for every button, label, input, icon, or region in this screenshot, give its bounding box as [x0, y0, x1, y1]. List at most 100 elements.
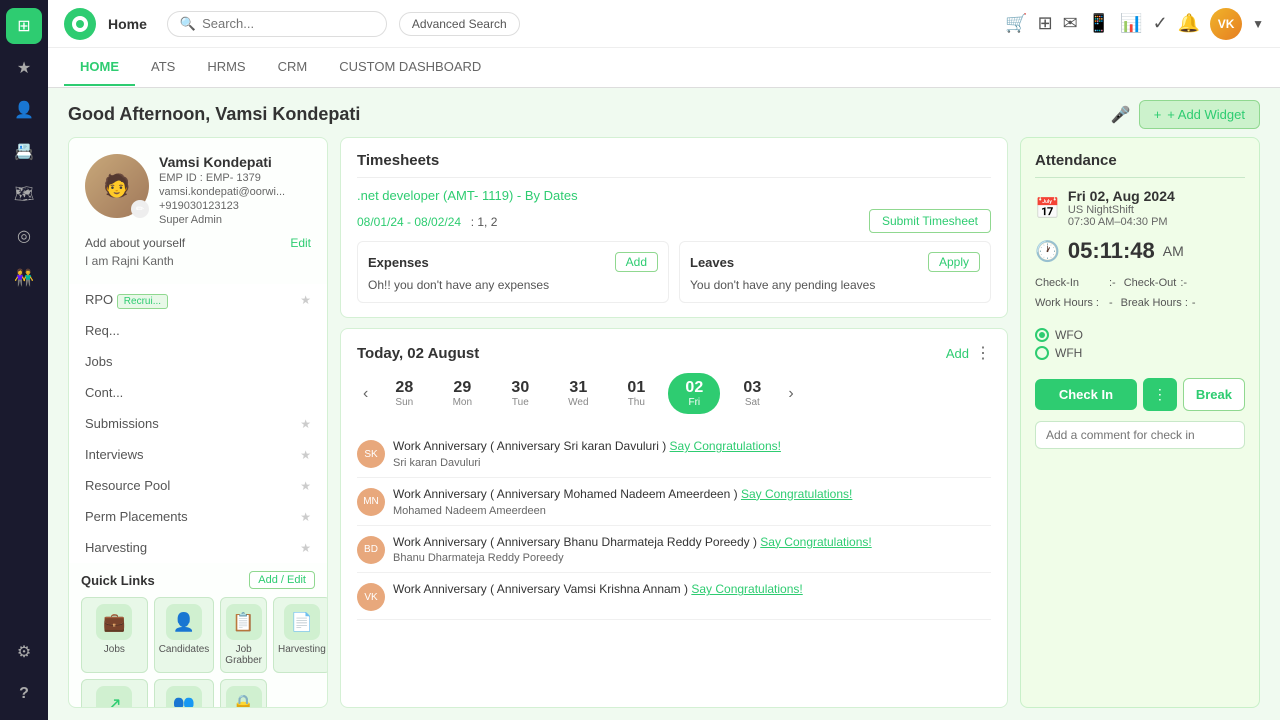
- profile-edit-link[interactable]: Edit: [290, 236, 311, 250]
- event-link-1[interactable]: Say Congratulations!: [741, 487, 852, 501]
- quick-link-perm-place[interactable]: 🔒 Perm Place...: [220, 679, 267, 708]
- cal-day-30[interactable]: 30Tue: [494, 373, 546, 414]
- expenses-leaves-row: Expenses Add Oh!! you don't have any exp…: [357, 241, 991, 303]
- calendar-next-button[interactable]: ›: [782, 383, 799, 405]
- event-link-0[interactable]: Say Congratulations!: [670, 439, 781, 453]
- harvesting-link-label: Harvesting: [278, 644, 326, 655]
- quick-link-submissions[interactable]: ↗ Submissions: [81, 679, 148, 708]
- break-button[interactable]: Break: [1183, 378, 1245, 411]
- add-widget-button[interactable]: + + Add Widget: [1139, 100, 1260, 129]
- event-link-3[interactable]: Say Congratulations!: [691, 582, 802, 596]
- apply-leave-button[interactable]: Apply: [928, 252, 980, 272]
- sidebar-item-resource-pool[interactable]: Resource Pool ★: [69, 470, 327, 501]
- job-grabber-link-label: Job Grabber: [225, 644, 262, 666]
- wfo-radio[interactable]: [1035, 328, 1049, 342]
- calendar-more-button[interactable]: ⋮: [975, 343, 991, 363]
- sidebar-item-jobs[interactable]: Jobs: [69, 346, 327, 377]
- submissions-icon: ↗: [96, 686, 132, 708]
- table-icon[interactable]: 📊: [1120, 13, 1142, 34]
- check-in-more-button[interactable]: ⋮: [1143, 378, 1177, 411]
- contacts-label: Cont...: [85, 385, 123, 400]
- quick-link-candidates[interactable]: 👤 Candidates: [154, 597, 215, 673]
- whatsapp-icon[interactable]: 📱: [1088, 13, 1110, 34]
- tab-crm[interactable]: CRM: [262, 49, 324, 86]
- cal-day-01[interactable]: 01Thu: [610, 373, 662, 414]
- add-expense-button[interactable]: Add: [615, 252, 658, 272]
- sidebar-icon-star[interactable]: ★: [6, 50, 42, 86]
- check-in-comment-input[interactable]: [1035, 421, 1245, 449]
- submit-timesheet-button[interactable]: Submit Timesheet: [869, 209, 991, 233]
- sidebar-icon-group[interactable]: 👫: [6, 260, 42, 296]
- search-input[interactable]: [202, 16, 362, 31]
- interviews-star-icon[interactable]: ★: [300, 448, 311, 462]
- sidebar-icon-routes[interactable]: 🗺: [6, 176, 42, 212]
- attendance-date-info: Fri 02, Aug 2024 US NightShift 07:30 AM–…: [1068, 188, 1175, 228]
- mic-icon[interactable]: 🎤: [1111, 105, 1131, 125]
- check-in-button[interactable]: Check In: [1035, 379, 1137, 410]
- advanced-search-button[interactable]: Advanced Search: [399, 12, 520, 36]
- user-avatar[interactable]: VK: [1210, 8, 1242, 40]
- mail-icon[interactable]: ✉: [1063, 13, 1078, 34]
- tab-ats[interactable]: ATS: [135, 49, 191, 86]
- resource-pool-star-icon[interactable]: ★: [300, 479, 311, 493]
- harvesting-star-icon[interactable]: ★: [300, 541, 311, 555]
- job-grabber-icon: 📋: [226, 604, 262, 640]
- sidebar-icon-settings[interactable]: ⚙: [6, 634, 42, 670]
- sidebar-item-interviews[interactable]: Interviews ★: [69, 439, 327, 470]
- cal-day-29[interactable]: 29Mon: [436, 373, 488, 414]
- quick-link-jobs[interactable]: 💼 Jobs: [81, 597, 148, 673]
- wfh-radio-row[interactable]: WFH: [1035, 346, 1245, 360]
- event-link-2[interactable]: Say Congratulations!: [760, 535, 871, 549]
- sidebar-item-perm-placements[interactable]: Perm Placements ★: [69, 501, 327, 532]
- sidebar-item-req[interactable]: Req...: [69, 315, 327, 346]
- submissions-star-icon[interactable]: ★: [300, 417, 311, 431]
- quick-link-job-grabber[interactable]: 📋 Job Grabber: [220, 597, 267, 673]
- sidebar-icon-person[interactable]: 👤: [6, 92, 42, 128]
- quick-links-add-edit-button[interactable]: Add / Edit: [249, 571, 315, 589]
- quick-link-resource-pool[interactable]: 👥 Resource P...: [154, 679, 215, 708]
- sidebar-icon-contacts[interactable]: 📇: [6, 134, 42, 170]
- cal-day-28[interactable]: 28Sun: [378, 373, 430, 414]
- quick-link-harvesting[interactable]: 📄 Harvesting: [273, 597, 328, 673]
- rpo-star-icon[interactable]: ★: [300, 293, 311, 307]
- avatar-edit-icon[interactable]: ✏: [131, 200, 149, 218]
- wfh-radio[interactable]: [1035, 346, 1049, 360]
- cart-icon[interactable]: 🛒: [1005, 13, 1027, 34]
- profile-name: Vamsi Kondepati: [159, 154, 311, 170]
- check-in-actions: Check In ⋮ Break: [1035, 378, 1245, 411]
- add-widget-label: + Add Widget: [1167, 107, 1245, 122]
- sidebar-item-submissions[interactable]: Submissions ★: [69, 408, 327, 439]
- sidebar-item-contacts[interactable]: Cont...: [69, 377, 327, 408]
- leaves-message: You don't have any pending leaves: [690, 278, 980, 292]
- attendance-title: Attendance: [1035, 152, 1245, 178]
- cal-day-02[interactable]: 02Fri: [668, 373, 720, 414]
- quick-links-section: Quick Links Add / Edit 💼 Jobs 👤 Candidat…: [69, 563, 327, 708]
- cal-day-03[interactable]: 03Sat: [726, 373, 778, 414]
- attendance-clock-row: 🕐 05:11:48 AM: [1035, 238, 1245, 264]
- sidebar-icon-circle[interactable]: ◎: [6, 218, 42, 254]
- timesheet-row: 08/01/24 - 08/02/24 : 1, 2 Submit Timesh…: [357, 209, 991, 233]
- calendar-days: 28Sun 29Mon 30Tue 31Wed 01Thu 02Fri 03Sa…: [378, 373, 778, 414]
- tab-home[interactable]: HOME: [64, 49, 135, 86]
- event-item-2: BD Work Anniversary ( Anniversary Bhanu …: [357, 526, 991, 574]
- sidebar-icon-help[interactable]: ?: [6, 676, 42, 712]
- cal-day-31[interactable]: 31Wed: [552, 373, 604, 414]
- tab-custom-dashboard[interactable]: CUSTOM DASHBOARD: [323, 49, 497, 86]
- interviews-label: Interviews: [85, 447, 144, 462]
- check-icon[interactable]: ✓: [1153, 13, 1168, 34]
- wfo-radio-row[interactable]: WFO: [1035, 328, 1245, 342]
- calendar-prev-button[interactable]: ‹: [357, 383, 374, 405]
- calendar-add-button[interactable]: Add: [946, 346, 969, 361]
- tab-hrms[interactable]: HRMS: [191, 49, 261, 86]
- search-box[interactable]: 🔍: [167, 11, 387, 37]
- sidebar-icon-grid[interactable]: ⊞: [6, 8, 42, 44]
- dropdown-arrow-icon[interactable]: ▼: [1252, 17, 1264, 31]
- profile-info: Vamsi Kondepati EMP ID : EMP- 1379 vamsi…: [159, 154, 311, 226]
- perm-placements-star-icon[interactable]: ★: [300, 510, 311, 524]
- sidebar-item-rpo[interactable]: RPO Recrui... ★: [69, 284, 327, 315]
- candidates-icon: 👤: [166, 604, 202, 640]
- grid2-icon[interactable]: ⊞: [1038, 13, 1053, 34]
- bell-icon[interactable]: 🔔: [1178, 13, 1200, 34]
- event-avatar-2: BD: [357, 536, 385, 564]
- sidebar-item-harvesting[interactable]: Harvesting ★: [69, 532, 327, 563]
